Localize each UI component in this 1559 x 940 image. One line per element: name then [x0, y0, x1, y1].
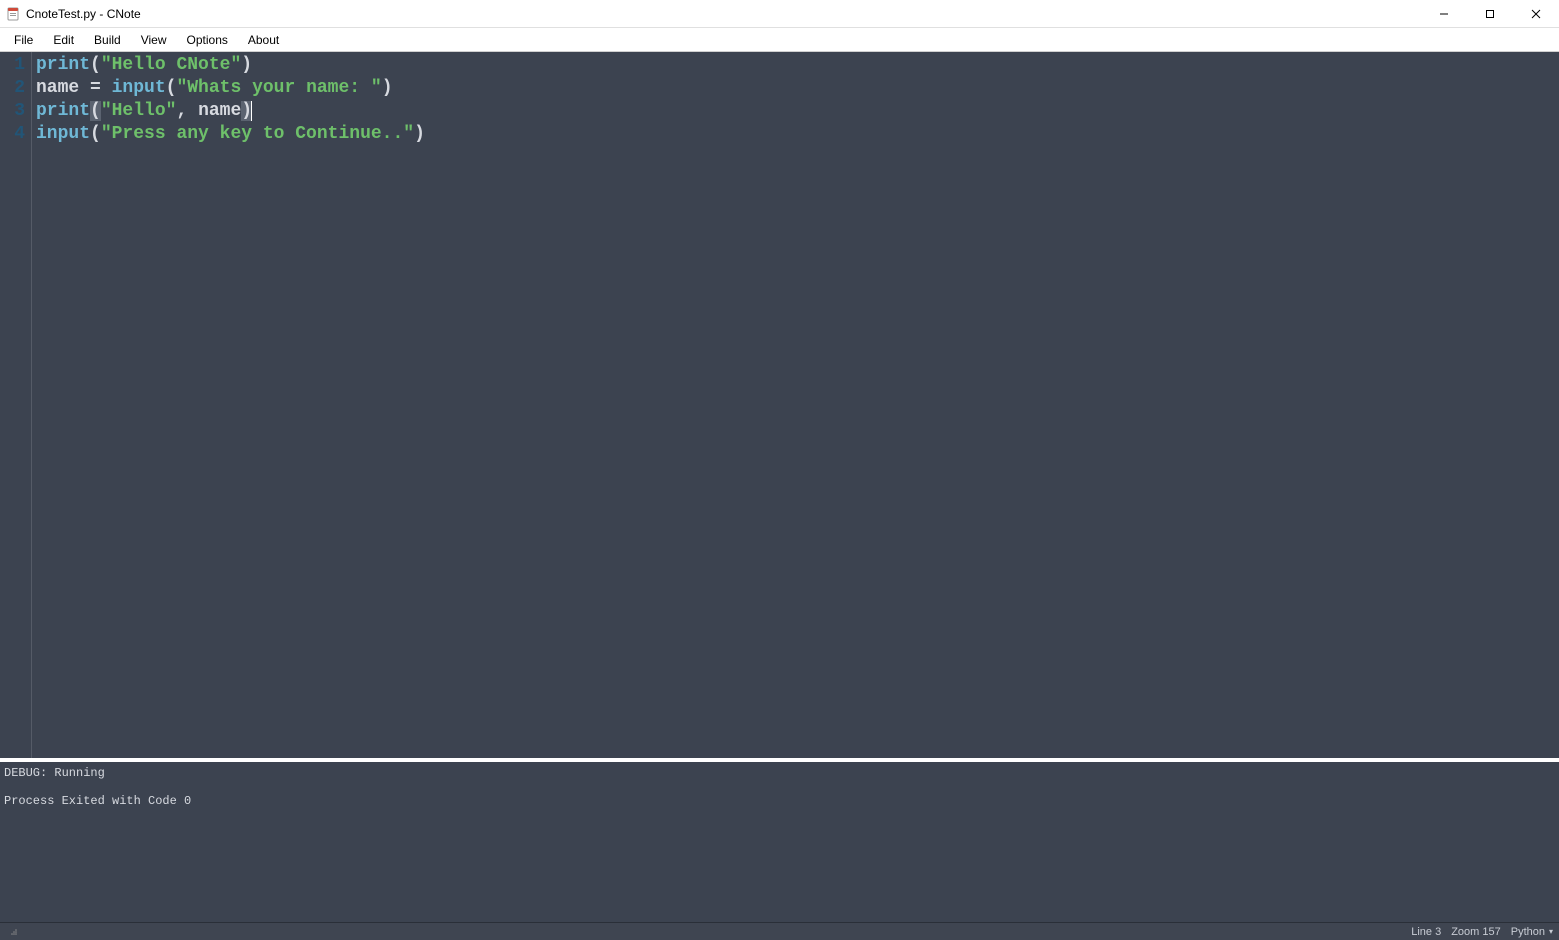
- token: ,: [176, 101, 198, 121]
- status-language-label: Python: [1511, 926, 1545, 938]
- token: (: [90, 124, 101, 144]
- line-number: 4: [0, 123, 31, 146]
- close-button[interactable]: [1513, 0, 1559, 27]
- menu-view[interactable]: View: [131, 31, 177, 49]
- token: name: [36, 78, 79, 98]
- code-line[interactable]: input("Press any key to Continue.."): [36, 123, 1555, 146]
- token: "Whats your name: ": [176, 78, 381, 98]
- status-right: Line 3 Zoom 157 Python ▾: [1411, 926, 1553, 938]
- status-line: Line 3: [1411, 926, 1441, 938]
- resize-grip-icon: [6, 926, 18, 938]
- token: "Hello": [101, 101, 177, 121]
- line-number: 1: [0, 54, 31, 77]
- status-language[interactable]: Python ▾: [1511, 926, 1553, 938]
- token: input: [36, 124, 90, 144]
- window-controls: [1421, 0, 1559, 27]
- chevron-down-icon: ▾: [1549, 927, 1553, 936]
- menu-options[interactable]: Options: [177, 31, 238, 49]
- menubar: File Edit Build View Options About: [0, 28, 1559, 52]
- token: print: [36, 55, 90, 75]
- token: (: [90, 55, 101, 75]
- menu-edit[interactable]: Edit: [43, 31, 84, 49]
- line-number: 2: [0, 77, 31, 100]
- token: ): [414, 124, 425, 144]
- code-line[interactable]: name = input("Whats your name: "): [36, 77, 1555, 100]
- token: input: [112, 78, 166, 98]
- window-title: CnoteTest.py - CNote: [26, 7, 141, 21]
- code-line[interactable]: print("Hello CNote"): [36, 54, 1555, 77]
- statusbar: Line 3 Zoom 157 Python ▾: [0, 922, 1559, 940]
- menu-build[interactable]: Build: [84, 31, 131, 49]
- menu-about[interactable]: About: [238, 31, 289, 49]
- token: "Press any key to Continue..": [101, 124, 414, 144]
- maximize-button[interactable]: [1467, 0, 1513, 27]
- token: ): [241, 55, 252, 75]
- titlebar: CnoteTest.py - CNote: [0, 0, 1559, 28]
- gutter: 1234: [0, 52, 32, 758]
- token: "Hello CNote": [101, 55, 241, 75]
- editor[interactable]: 1234 print("Hello CNote")name = input("W…: [0, 52, 1559, 758]
- token: (: [90, 101, 101, 121]
- code-area[interactable]: print("Hello CNote")name = input("Whats …: [32, 52, 1559, 758]
- token: =: [79, 78, 111, 98]
- status-zoom: Zoom 157: [1451, 926, 1501, 938]
- output-panel[interactable]: DEBUG: Running Process Exited with Code …: [0, 762, 1559, 922]
- code-line[interactable]: print("Hello", name): [36, 100, 1555, 123]
- app-icon: [6, 7, 20, 21]
- token: print: [36, 101, 90, 121]
- token: name: [198, 101, 241, 121]
- titlebar-left: CnoteTest.py - CNote: [6, 7, 141, 21]
- line-number: 3: [0, 100, 31, 123]
- menu-file[interactable]: File: [4, 31, 43, 49]
- token: ): [382, 78, 393, 98]
- minimize-button[interactable]: [1421, 0, 1467, 27]
- token: (: [166, 78, 177, 98]
- caret: [251, 101, 252, 121]
